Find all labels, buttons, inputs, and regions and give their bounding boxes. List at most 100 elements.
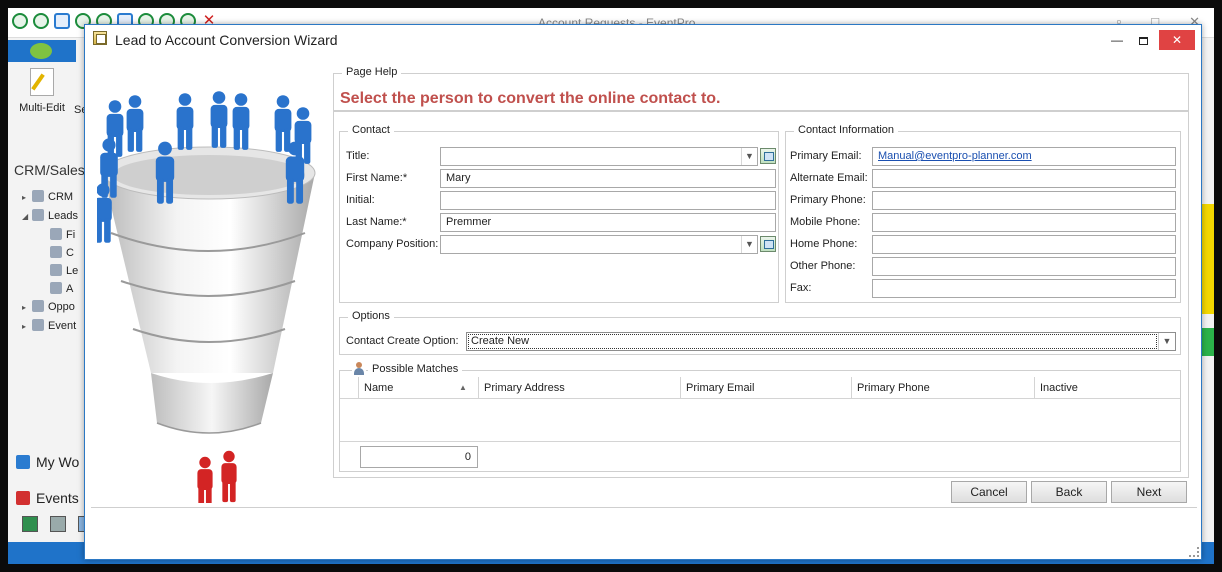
minimize-button[interactable]: — [1105, 30, 1129, 50]
alternate-email-input[interactable] [872, 169, 1176, 188]
back-icon[interactable] [12, 13, 28, 29]
tree-item-le[interactable]: Le [22, 262, 78, 280]
user-icon [50, 264, 62, 276]
mobile-phone-label: Mobile Phone: [790, 216, 861, 228]
calendar-strip-green [1202, 328, 1214, 356]
possible-matches-group: Possible Matches Name ▲ Primary Address … [339, 362, 1181, 472]
cancel-button[interactable]: Cancel [951, 481, 1027, 503]
company-position-label: Company Position: [346, 238, 439, 250]
fax-input[interactable] [872, 279, 1176, 298]
first-name-input[interactable]: Mary [440, 169, 776, 188]
possible-matches-legend: Possible Matches [368, 363, 463, 375]
nav-events[interactable]: Events [16, 480, 79, 516]
contact-group: Contact Title: ▼ First Name:* Mary Initi… [339, 124, 779, 303]
matches-count: 0 [360, 446, 478, 468]
column-header-name[interactable]: Name ▲ [358, 377, 478, 399]
user-icon [50, 282, 62, 294]
document-icon[interactable] [54, 13, 70, 29]
nav-tree: ▸ CRM ◢ Leads Fi C Le A ▸ Oppo ▸ Event [22, 188, 78, 336]
bottom-nav: My Wo Events [16, 444, 79, 516]
dialog-title: Lead to Account Conversion Wizard [115, 32, 338, 48]
tree-item-events[interactable]: ▸ Event [22, 317, 78, 336]
title-lookup-icon[interactable] [760, 148, 776, 164]
next-button[interactable]: Next [1111, 481, 1187, 503]
maximize-icon [1138, 37, 1148, 45]
nav-my-work[interactable]: My Wo [16, 444, 79, 480]
maximize-button[interactable] [1129, 30, 1157, 50]
person-icon [352, 362, 366, 376]
chevron-down-icon[interactable]: ▼ [741, 148, 757, 165]
contact-legend: Contact [348, 124, 394, 136]
home-icon [16, 455, 30, 469]
contact-information-group: Contact Information Primary Email: Manua… [785, 124, 1181, 303]
tree-item-leads[interactable]: ◢ Leads [22, 207, 78, 226]
multi-edit-label: Multi-Edit [19, 102, 65, 114]
pin-icon [16, 491, 30, 505]
tree-item-opportunities[interactable]: ▸ Oppo [22, 298, 78, 317]
nav-header: CRM/Sales [14, 162, 85, 178]
dialog-divider [91, 507, 1197, 508]
dialog-titlebar: Lead to Account Conversion Wizard — ✕ [85, 25, 1201, 53]
calendar-strip-yellow [1202, 204, 1214, 314]
resize-grip[interactable] [1189, 547, 1199, 557]
primary-email-label: Primary Email: [790, 150, 862, 162]
column-header-primary-email[interactable]: Primary Email [680, 377, 851, 399]
event-icon [32, 319, 44, 331]
user-icon [50, 246, 62, 258]
company-position-combo[interactable]: ▼ [440, 235, 758, 254]
conversion-wizard-dialog: Lead to Account Conversion Wizard — ✕ Pa… [84, 24, 1202, 560]
close-button[interactable]: ✕ [1159, 30, 1195, 50]
initial-input[interactable] [440, 191, 776, 210]
fax-label: Fax: [790, 282, 812, 294]
options-group: Options Contact Create Option: Create Ne… [339, 310, 1181, 355]
title-combo[interactable]: ▼ [440, 147, 758, 166]
company-position-lookup-icon[interactable] [760, 236, 776, 252]
tree-item-c[interactable]: C [22, 244, 78, 262]
other-phone-label: Other Phone: [790, 260, 856, 272]
crm-icon [32, 190, 44, 202]
column-header-primary-phone[interactable]: Primary Phone [851, 377, 1034, 399]
options-legend: Options [348, 310, 394, 322]
pencil-icon [30, 68, 54, 96]
funnel-illustration [97, 91, 316, 503]
first-name-label: First Name:* [346, 172, 408, 184]
tree-item-find[interactable]: Fi [22, 226, 78, 244]
contact-create-option-label: Contact Create Option: [346, 335, 459, 347]
page-help-legend: Page Help [342, 66, 402, 78]
last-name-input[interactable]: Premmer [440, 213, 776, 232]
home-phone-label: Home Phone: [790, 238, 858, 250]
binoculars-icon [50, 228, 62, 240]
contact-information-legend: Contact Information [794, 124, 898, 136]
title-label: Title: [346, 150, 370, 162]
column-header-inactive[interactable]: Inactive [1034, 377, 1180, 399]
mobile-phone-input[interactable] [872, 213, 1176, 232]
chevron-down-icon[interactable]: ▼ [741, 236, 757, 253]
last-name-label: Last Name:* [346, 216, 407, 228]
back-button[interactable]: Back [1031, 481, 1107, 503]
tree-item-crm[interactable]: ▸ CRM [22, 188, 78, 207]
matches-grid-body[interactable] [340, 400, 1180, 442]
tree-item-a[interactable]: A [22, 280, 78, 298]
chevron-down-icon[interactable]: ▼ [1158, 333, 1175, 350]
sort-ascending-icon: ▲ [459, 383, 467, 392]
multi-edit-button[interactable]: Multi-Edit [14, 68, 70, 114]
primary-phone-input[interactable] [872, 191, 1176, 210]
opportunity-icon [32, 300, 44, 312]
alternate-email-label: Alternate Email: [790, 172, 868, 184]
leads-icon [32, 209, 44, 221]
clock-icon[interactable] [33, 13, 49, 29]
app-logo [8, 40, 76, 62]
primary-phone-label: Primary Phone: [790, 194, 866, 206]
other-phone-input[interactable] [872, 257, 1176, 276]
printer-icon[interactable] [50, 516, 66, 532]
column-header-primary-address[interactable]: Primary Address [478, 377, 680, 399]
page-help-group: Page Help Select the person to convert t… [333, 66, 1189, 111]
home-phone-input[interactable] [872, 235, 1176, 254]
calendar-icon[interactable] [22, 516, 38, 532]
wizard-icon [93, 31, 107, 45]
contact-create-option-select[interactable]: Create New ▼ [466, 332, 1176, 351]
matches-grid-header: Name ▲ Primary Address Primary Email Pri… [340, 377, 1180, 399]
primary-email-input[interactable]: Manual@eventpro-planner.com [872, 147, 1176, 166]
page-help-text: Select the person to convert the online … [340, 90, 721, 107]
initial-label: Initial: [346, 194, 375, 206]
